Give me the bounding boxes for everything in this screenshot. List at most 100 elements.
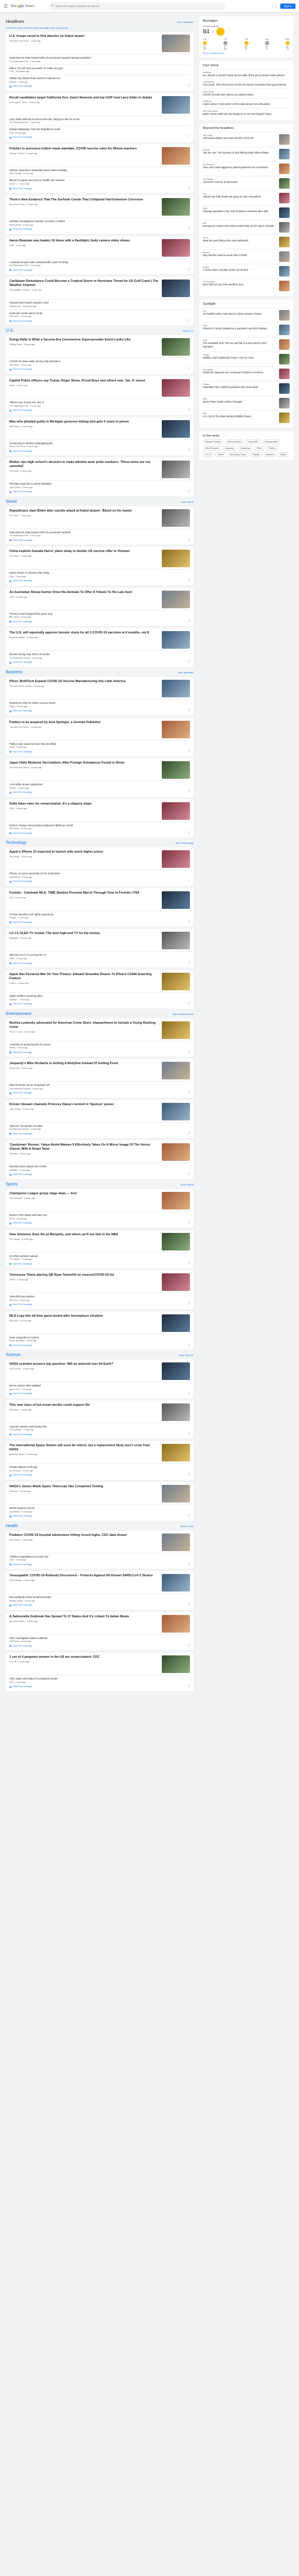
related-story[interactable]: CDC investigates salami outbreak CBS News… <box>9 1634 190 1643</box>
share-icon[interactable]: ⤴ <box>188 135 190 138</box>
story-thumbnail[interactable] <box>162 1403 190 1421</box>
item-thumbnail[interactable] <box>279 237 290 248</box>
share-icon[interactable]: ⤴ <box>188 832 190 834</box>
item-headline[interactable]: Inside the Japanese tea ceremony's fando… <box>203 371 277 374</box>
section-title[interactable]: Health <box>6 1524 18 1528</box>
item-thumbnail[interactable] <box>279 310 290 321</box>
full-coverage-link[interactable]: ▦ View Full Coverage <box>9 921 32 924</box>
related-story[interactable]: Officers sue Trump over Jan. 6 The Washin… <box>9 398 190 407</box>
full-coverage-link[interactable]: ▦ View Full Coverage <box>9 1132 32 1135</box>
item-thumbnail[interactable] <box>279 369 290 380</box>
story-thumbnail[interactable] <box>162 1143 190 1161</box>
related-story[interactable]: iPhone 13 event reportedly set for Septe… <box>9 870 190 878</box>
topic-chip[interactable]: Hassan Rouhani <box>203 439 223 445</box>
related-story-title[interactable]: Grizzlies summer outlook <box>9 1255 190 1258</box>
story-headline[interactable]: Man who pleaded guilty in Michigan gover… <box>9 420 159 424</box>
spotlight-item[interactable]: NPR The Inevitable End: The rise and fall… <box>203 337 290 352</box>
related-story-title[interactable]: CDC investigates salami outbreak <box>9 1637 190 1640</box>
item-headline[interactable]: How a tiny snail triggered a global pand… <box>203 166 277 169</box>
full-coverage-link[interactable]: ▦ View Full Coverage <box>9 620 32 623</box>
story-thumbnail[interactable] <box>162 590 190 608</box>
story-headline[interactable]: Republicans slam Biden after suicide att… <box>9 509 159 513</box>
for-you-item[interactable]: The Atlantic America's summer of disconte… <box>203 176 290 190</box>
related-story[interactable]: Principal responds to parent backlash Yah… <box>9 480 190 489</box>
item-headline[interactable]: Netflix's Chef Cookbooks Prove A Hit For… <box>203 356 277 359</box>
topic-chip[interactable]: Jackson Brown <box>225 439 244 445</box>
story-headline[interactable]: 'Candyman' Review: Yahya Abdul-Mateen II… <box>9 1143 159 1151</box>
story-headline[interactable]: A Salmonella Outbreak Has Spread To 17 S… <box>9 1615 159 1619</box>
story-headline[interactable]: This new class of hot ocean worlds could… <box>9 1403 159 1408</box>
related-story-title[interactable]: Hurricane center warns of Ida <box>9 312 190 315</box>
story-headline[interactable]: Caribbean Disturbance Could Become a Tro… <box>9 280 159 288</box>
full-coverage-link[interactable]: ▦ View Full Coverage <box>9 1344 32 1347</box>
related-story[interactable]: Grizzlies summer outlook The Athletic · 7… <box>9 1252 190 1260</box>
share-icon[interactable]: ⤴ <box>188 660 190 663</box>
forecast-day[interactable]: Fri 87° 69° <box>223 38 228 50</box>
topic-chip[interactable]: Larry Elder <box>245 439 261 445</box>
forecast-day[interactable]: Mon 82° 70° <box>286 38 290 50</box>
share-icon[interactable]: ⤴ <box>188 1433 190 1436</box>
related-story[interactable]: Debate takeaways from the Republican rec… <box>9 125 190 134</box>
story-thumbnail[interactable] <box>162 379 190 397</box>
related-story[interactable]: Messi's PSG drawn with Man City ESPN · 3 … <box>9 1211 190 1220</box>
full-coverage-link[interactable]: ▦ View Full Coverage <box>9 228 32 231</box>
share-icon[interactable]: ⤴ <box>188 1644 190 1647</box>
share-icon[interactable]: ⤴ <box>188 187 190 190</box>
story-headline[interactable]: Pediatric COVID-19 hospital admissions h… <box>9 1534 159 1538</box>
section-title[interactable]: Sports <box>6 1183 18 1187</box>
weather-card[interactable]: Barrington Thunderstorms 84 °F Thu 86° 68°… <box>199 16 293 57</box>
story-headline[interactable]: Dunga Rally Is What a Vaccine-Era Corona… <box>9 338 159 342</box>
related-story-title[interactable]: Mike Richards out as 'Jeopardy!' EP <box>9 1083 190 1087</box>
full-coverage-link[interactable]: ▦ View Full Coverage <box>9 1685 32 1688</box>
forecast-day[interactable]: Sat 88° 70° <box>244 38 249 50</box>
share-icon[interactable]: ⤴ <box>188 579 190 582</box>
share-icon[interactable]: ⤴ <box>188 1051 190 1054</box>
topic-chip[interactable]: Candyman <box>237 446 253 451</box>
story-thumbnail[interactable] <box>162 1655 190 1674</box>
full-coverage-link[interactable]: ▦ View Full Coverage <box>9 1303 32 1306</box>
item-thumbnail[interactable] <box>279 281 290 292</box>
story-thumbnail[interactable] <box>162 146 190 165</box>
for-you-item[interactable]: BBC Emergency medics and retired nurses h… <box>203 220 290 234</box>
spotlight-item[interactable]: Vox 19 Families with a New Bud to relieve… <box>203 308 290 322</box>
story-headline[interactable]: 1 out of 4 pregnant women in the US are … <box>9 1655 159 1660</box>
share-icon[interactable]: ⤴ <box>188 620 190 623</box>
story-headline[interactable]: Capitol Police officers say Trump, Roger… <box>9 379 159 383</box>
share-icon[interactable]: ⤴ <box>188 880 190 882</box>
related-story-title[interactable]: Private stations to fill gap <box>9 1466 190 1469</box>
story-headline[interactable]: Japan Halts Moderna Vaccinations After F… <box>9 761 159 765</box>
related-story-title[interactable]: Tannehill tests positive <box>9 1295 190 1299</box>
related-story-title[interactable]: Children hospitalized at record rate <box>9 1555 190 1559</box>
full-coverage-link[interactable]: ▦ View Full Coverage <box>9 580 32 582</box>
story-thumbnail[interactable] <box>162 761 190 779</box>
full-coverage-link[interactable]: ▦ View Full Coverage <box>9 1515 32 1518</box>
more-section-link[interactable]: More Business <box>178 671 193 674</box>
share-icon[interactable]: ⤴ <box>188 1344 190 1347</box>
related-story-title[interactable]: Tropical storm watch issued in Gulf <box>9 301 190 305</box>
section-title[interactable]: Science <box>6 1353 21 1357</box>
related-story-title[interactable]: Nia DaCosta's sequel wins critics <box>9 1165 190 1168</box>
share-icon[interactable]: ⤴ <box>188 921 190 924</box>
story-thumbnail[interactable] <box>162 461 190 479</box>
story-thumbnail[interactable] <box>162 679 190 697</box>
full-coverage-link[interactable]: ▦ View Full Coverage <box>9 1003 32 1006</box>
story-thumbnail[interactable] <box>162 891 190 909</box>
more-section-link[interactable]: More U.S. <box>183 329 193 332</box>
story-thumbnail[interactable] <box>162 1533 190 1551</box>
related-story[interactable]: COVID-19 cases spike among rally attende… <box>9 357 190 366</box>
story-thumbnail[interactable] <box>162 1484 190 1502</box>
related-story[interactable]: Farmer's heart-shaped flock goes viral BB… <box>9 609 190 618</box>
related-story[interactable]: New antibody shows broad protection Medic… <box>9 1593 190 1602</box>
item-thumbnail[interactable] <box>279 207 290 219</box>
story-thumbnail[interactable] <box>162 1062 190 1080</box>
story-thumbnail[interactable] <box>162 802 190 820</box>
more-section-link[interactable]: More World <box>181 500 193 503</box>
related-story[interactable]: Larry Elder defends record on the trail,… <box>9 115 190 124</box>
full-coverage-link[interactable]: ▦ View Full Coverage <box>9 449 32 452</box>
item-thumbnail[interactable] <box>279 339 290 350</box>
related-story-title[interactable]: 'Hycean' planets could harbor life <box>9 1425 190 1429</box>
related-story[interactable]: 'Hycean' planets could harbor life The Gu… <box>9 1422 190 1431</box>
story-headline[interactable]: Pritzker to announce indoor mask mandate… <box>9 147 159 151</box>
related-story-title[interactable]: Louisiana trooper video released after y… <box>9 261 190 264</box>
topic-chip[interactable]: Kamala Harris <box>262 439 281 445</box>
